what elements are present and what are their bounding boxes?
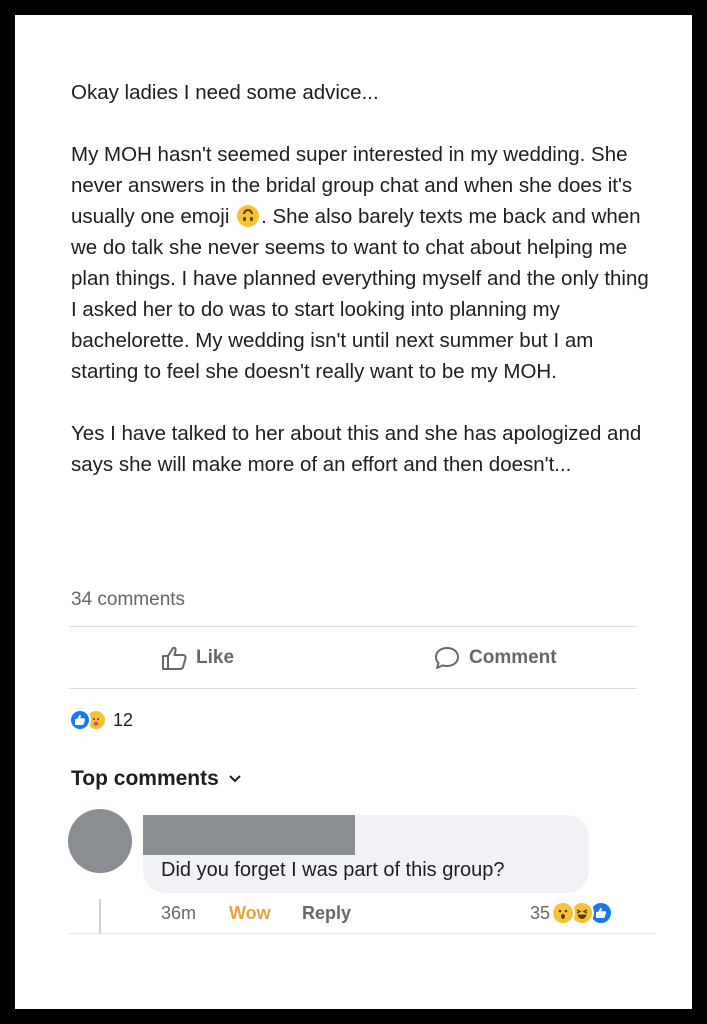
chevron-down-icon [229,775,241,783]
reply-button[interactable]: Reply [302,903,351,924]
comment-bubble-icon [435,647,459,669]
redacted-author-name [143,815,355,855]
comment-button[interactable]: Comment [433,645,557,671]
like-reaction-icon [69,709,91,731]
comment-bubble: Did you forget I was part of this group? [143,815,589,893]
like-button[interactable]: Like [160,645,234,671]
post-frame: Okay ladies I need some advice... My MOH… [15,15,692,1009]
divider [69,933,655,934]
comment-count[interactable]: 34 comments [71,589,185,611]
top-comments-filter[interactable]: Top comments [71,767,241,791]
comment-text: Did you forget I was part of this group? [161,859,505,881]
like-label: Like [196,647,235,668]
post-reactions[interactable]: 12 [69,709,133,731]
comment-timestamp[interactable]: 36m [161,903,196,924]
divider [69,626,637,627]
divider [69,688,637,689]
thread-line [99,899,101,933]
post-body: Okay ladies I need some advice... My MOH… [71,77,651,480]
upside-down-face-icon [237,205,260,227]
thumbs-up-icon [162,646,187,670]
comment-reaction-count: 35 [530,902,551,923]
reaction-count: 12 [113,709,134,730]
top-comments-heading: Top comments [71,767,219,790]
post-paragraph-3: Yes I have talked to her about this and … [71,422,642,476]
wow-reaction-button[interactable]: Wow [229,903,271,924]
comment-reactions[interactable]: 35 [530,901,614,925]
post-paragraph-2: My MOH hasn't seemed super interested in… [71,143,649,383]
comment-label: Comment [469,647,557,668]
avatar[interactable] [68,809,132,873]
wow-reaction-icon [551,901,576,925]
post-paragraph-1: Okay ladies I need some advice... [71,81,379,104]
